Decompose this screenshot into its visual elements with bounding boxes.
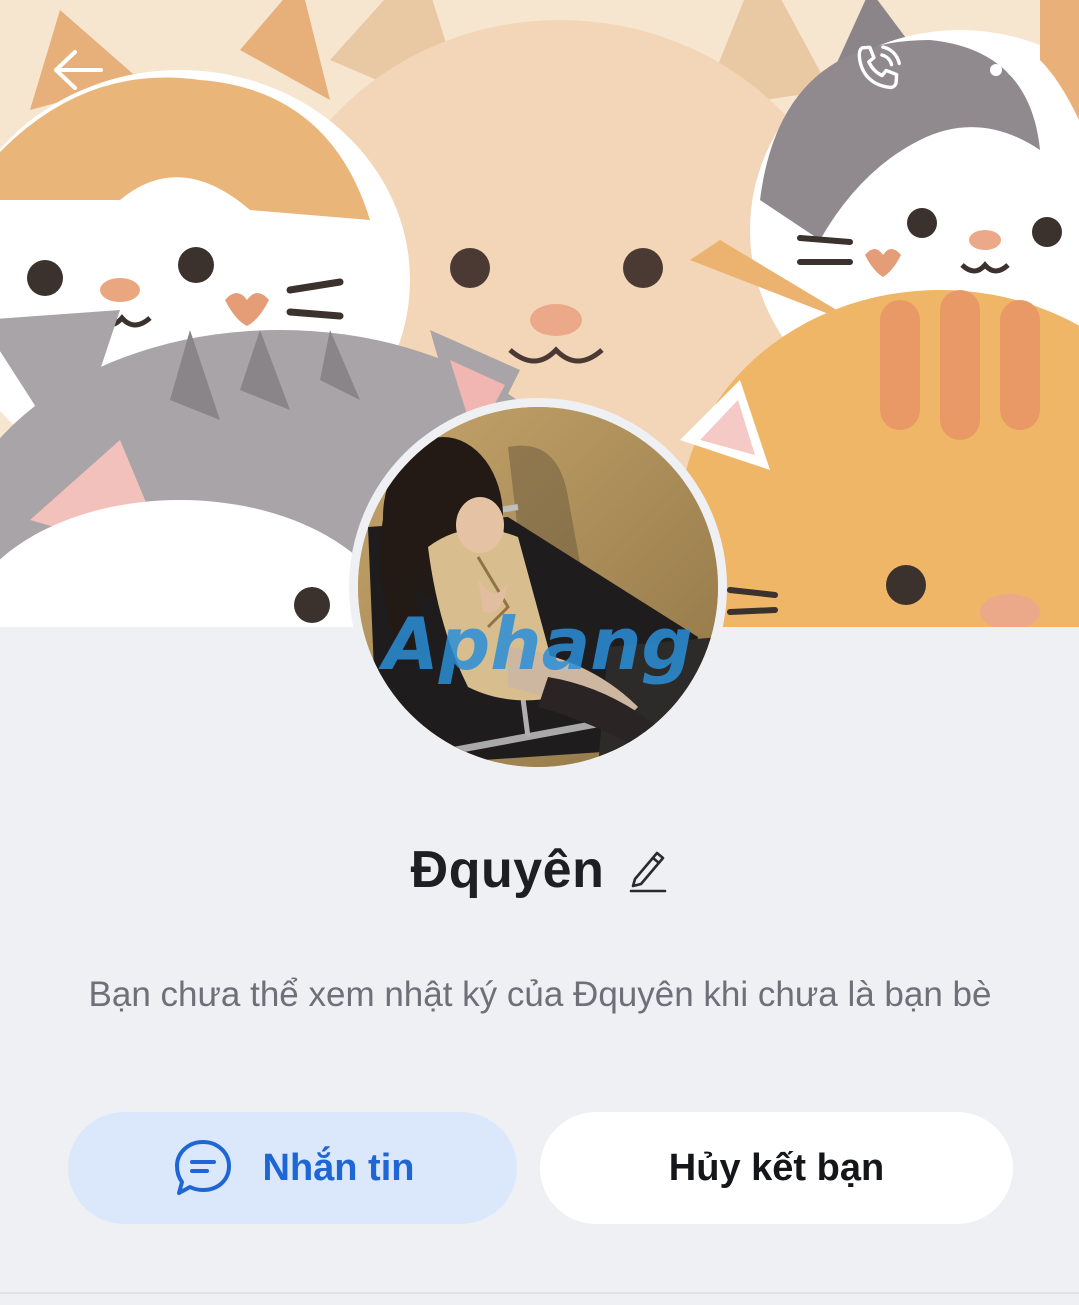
more-horizontal-icon xyxy=(990,64,1036,76)
message-button[interactable]: Nhắn tin xyxy=(68,1112,517,1224)
chat-bubble-icon xyxy=(171,1136,235,1200)
call-button[interactable] xyxy=(838,30,918,110)
back-button[interactable] xyxy=(38,30,118,110)
avatar-photo: Aphang xyxy=(358,407,718,767)
pencil-icon xyxy=(630,851,667,893)
more-button[interactable] xyxy=(973,30,1053,110)
divider xyxy=(0,1292,1079,1294)
phone-icon xyxy=(857,45,901,90)
arrow-left-icon xyxy=(54,50,103,90)
privacy-notice: Bạn chưa thể xem nhật ký của Đquyên khi … xyxy=(88,975,992,1014)
unfriend-button[interactable]: Hủy kết bạn xyxy=(540,1112,1013,1224)
name-row: Đquyên xyxy=(0,835,1079,905)
profile-screen: Aphang Đquyên Bạn chưa thể xem nhật ký c… xyxy=(0,0,1079,1305)
unfriend-button-label: Hủy kết bạn xyxy=(668,1146,885,1189)
profile-name: Đquyên xyxy=(410,841,605,899)
avatar-ring: Aphang xyxy=(349,398,727,776)
avatar-watermark: Aphang xyxy=(378,602,693,686)
edit-name-button[interactable] xyxy=(628,846,668,894)
avatar[interactable]: Aphang xyxy=(358,407,718,767)
message-button-label: Nhắn tin xyxy=(262,1146,415,1189)
